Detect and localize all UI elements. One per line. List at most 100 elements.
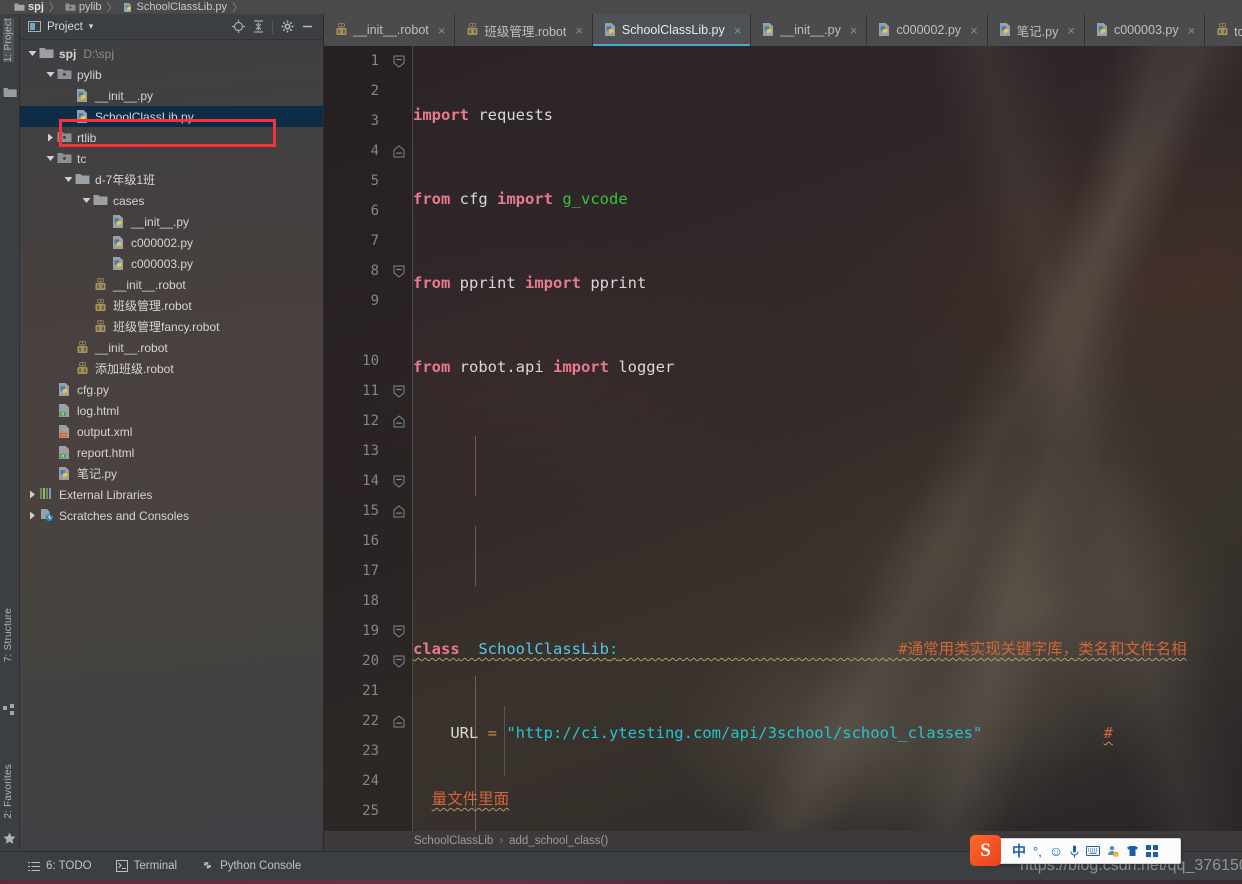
tool-button-todo[interactable]: 6: TODO	[28, 860, 92, 872]
chinese-mode-icon[interactable]: 中	[1012, 844, 1026, 858]
tool-window-button-structure[interactable]: 7: Structure	[3, 608, 14, 662]
chevron-right-icon[interactable]	[26, 509, 39, 522]
line-number-3: 3	[370, 113, 379, 129]
chevron-right-icon[interactable]	[44, 131, 57, 144]
editor-tab-label: 班级管理.robot	[484, 24, 567, 39]
code-content[interactable]: import requests from cfg import g_vcode …	[413, 46, 1242, 831]
tool-window-button-project[interactable]: 1: Project	[3, 18, 14, 63]
crosshair-icon[interactable]	[228, 17, 248, 37]
tool-window-button-favorites[interactable]: 2: Favorites	[3, 764, 14, 819]
fold-collapse-icon[interactable]	[393, 385, 406, 398]
close-icon[interactable]: ×	[970, 24, 978, 37]
user-icon[interactable]: 12	[1107, 845, 1119, 857]
collapse-all-icon[interactable]	[248, 17, 268, 37]
minimize-icon[interactable]	[297, 17, 317, 37]
fold-collapse-icon[interactable]	[393, 265, 406, 278]
python-file-icon	[111, 214, 127, 230]
tree-item-c000002-py[interactable]: c000002.py	[20, 232, 323, 253]
close-icon[interactable]: ×	[734, 24, 742, 37]
gear-icon[interactable]	[277, 17, 297, 37]
tree-item-scratches-and-consoles[interactable]: Scratches and Consoles	[20, 505, 323, 526]
code-editor[interactable]: 1 2 3 4 5 6 7 8 9 10 11 12 13 14 15 16 17 18 19 20 21 22 23 24 2…	[324, 46, 1242, 831]
chevron-down-icon[interactable]	[44, 68, 57, 81]
tool-button-terminal[interactable]: Terminal	[115, 860, 177, 872]
emoji-icon[interactable]: ☺	[1049, 844, 1063, 858]
editor-gutter[interactable]: 1 2 3 4 5 6 7 8 9 10 11 12 13 14 15 16 17 18 19 20 21 22 23 24 2…	[324, 46, 413, 831]
breadcrumb-item-file[interactable]: SchoolClassLib.py	[123, 1, 227, 13]
editor-tab-tc[interactable]: tc\...\班级	[1205, 14, 1242, 46]
tree-item-fancy-robot[interactable]: 班级管理fancy.robot	[20, 316, 323, 337]
tree-item-pylib[interactable]: pylib	[20, 64, 323, 85]
chevron-down-icon[interactable]: ▾	[89, 21, 94, 32]
editor-tab-init-py[interactable]: __init__.py ×	[751, 14, 868, 46]
voice-input-icon[interactable]	[1070, 845, 1079, 858]
tree-item-cfg-py[interactable]: cfg.py	[20, 379, 323, 400]
tree-item-d-7-1[interactable]: d-7年级1班	[20, 169, 323, 190]
tree-item-log-html[interactable]: Hlog.html	[20, 400, 323, 421]
fold-collapse-icon[interactable]	[393, 655, 406, 668]
editor-tab-py[interactable]: 笔记.py ×	[987, 14, 1085, 46]
project-tree[interactable]: spj D:\spj pylib __init__.py SchoolClassLib.…	[20, 41, 323, 850]
code-token-name: pprint	[580, 274, 647, 292]
tree-item-init-py[interactable]: __init__.py	[20, 85, 323, 106]
line-number-spacer	[324, 316, 412, 346]
tree-item-robot[interactable]: 添加班级.robot	[20, 358, 323, 379]
breadcrumb-item-spj[interactable]: spj	[14, 1, 44, 13]
punctuation-icon[interactable]: °,	[1033, 845, 1042, 858]
tool-button-python-console[interactable]: Python Console	[201, 860, 301, 873]
breadcrumb-item-pylib[interactable]: pylib	[65, 1, 102, 13]
tree-item-init-robot[interactable]: __init__.robot	[20, 274, 323, 295]
chevron-down-icon[interactable]	[44, 152, 57, 165]
tree-item-c000003-py[interactable]: c000003.py	[20, 253, 323, 274]
fold-end-icon[interactable]	[393, 414, 406, 428]
tree-item-cases[interactable]: cases	[20, 190, 323, 211]
breadcrumb-separator: 〉	[232, 2, 244, 14]
toolbar-divider	[272, 19, 273, 34]
fold-end-icon[interactable]	[393, 144, 406, 158]
tree-item-py[interactable]: 笔记.py	[20, 463, 323, 484]
fold-end-icon[interactable]	[393, 714, 406, 728]
tree-item-robot[interactable]: 班级管理.robot	[20, 295, 323, 316]
tree-item-rtlib[interactable]: rtlib	[20, 127, 323, 148]
skin-icon[interactable]	[1126, 845, 1139, 857]
line-number-18: 18	[362, 593, 379, 609]
editor-tab-bar[interactable]: __init__.robot × 班级管理.robot × SchoolClassLib…	[324, 14, 1242, 46]
tree-item-tc[interactable]: tc	[20, 148, 323, 169]
editor-tab-schoolclasslib-py[interactable]: SchoolClassLib.py ×	[592, 14, 752, 46]
tree-item-init-robot[interactable]: __init__.robot	[20, 337, 323, 358]
toolbox-icon[interactable]	[1146, 845, 1159, 857]
chevron-right-icon[interactable]	[26, 488, 39, 501]
fold-collapse-icon[interactable]	[393, 55, 406, 68]
close-icon[interactable]: ×	[850, 24, 858, 37]
code-line-3: from pprint import pprint	[413, 268, 1242, 298]
tree-item-report-html[interactable]: Hreport.html	[20, 442, 323, 463]
editor-tab-c000003-py[interactable]: c000003.py ×	[1084, 14, 1206, 46]
editor-tab-c000002-py[interactable]: c000002.py ×	[867, 14, 988, 46]
close-icon[interactable]: ×	[575, 24, 583, 37]
chevron-down-icon[interactable]	[62, 173, 75, 186]
editor-tab-init-robot[interactable]: __init__.robot ×	[324, 14, 456, 46]
tree-item-schoolclasslib-py[interactable]: SchoolClassLib.py	[20, 106, 323, 127]
chevron-down-icon[interactable]	[26, 47, 39, 60]
editor-tab-robot[interactable]: 班级管理.robot ×	[455, 14, 593, 46]
tree-item-external-libraries[interactable]: External Libraries	[20, 484, 323, 505]
code-token-operator: =	[478, 724, 507, 742]
close-icon[interactable]: ×	[438, 24, 446, 37]
ime-toolbar[interactable]: S 中 °, ☺ 12	[970, 835, 1181, 866]
soft-keyboard-icon[interactable]	[1086, 846, 1101, 856]
fold-collapse-icon[interactable]	[393, 625, 406, 638]
todo-icon	[28, 861, 40, 872]
fold-end-icon[interactable]	[393, 504, 406, 518]
chevron-down-icon[interactable]	[80, 194, 93, 207]
tree-item-init-py[interactable]: __init__.py	[20, 211, 323, 232]
tree-item-spj[interactable]: spj D:\spj	[20, 43, 323, 64]
editor-breadcrumb-class[interactable]: SchoolClassLib	[414, 835, 493, 847]
tree-item-output-xml[interactable]: <> output.xml	[20, 421, 323, 442]
fold-collapse-icon[interactable]	[393, 475, 406, 488]
editor-breadcrumb-method[interactable]: add_school_class()	[509, 835, 608, 847]
close-icon[interactable]: ×	[1067, 24, 1075, 37]
sogou-logo-icon[interactable]: S	[970, 835, 1001, 866]
editor-tab-label: c000002.py	[896, 23, 962, 37]
close-icon[interactable]: ×	[1188, 24, 1196, 37]
